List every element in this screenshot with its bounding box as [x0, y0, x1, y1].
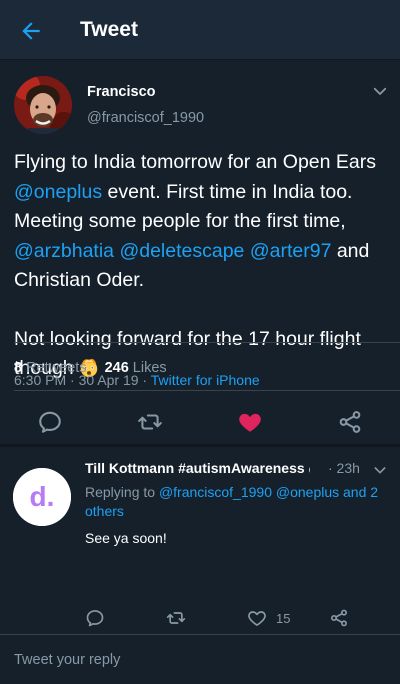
share-icon[interactable] [337, 409, 363, 435]
reply-actions: 15 [0, 607, 400, 635]
chevron-down-icon[interactable] [371, 82, 389, 100]
tweet-actions [0, 403, 400, 439]
reply-timestamp: · 23h [328, 460, 360, 476]
tweet-client-link[interactable]: Twitter for iPhone [151, 372, 260, 388]
reply-author-name[interactable]: Till Kottmann #autismAwareness @... [85, 460, 310, 476]
reply-avatar-letter: d. [30, 481, 55, 512]
retweets-count: 8 [14, 360, 23, 376]
reply-icon[interactable] [37, 409, 63, 435]
top-bar: Tweet [0, 0, 400, 60]
author-handle[interactable]: @franciscof_1990 [87, 110, 204, 126]
replying-to: Replying to @franciscof_1990 @oneplus an… [85, 483, 385, 520]
tweet-text: Flying to India tomorrow for an Open Ear… [14, 148, 390, 384]
likes-label: Likes [132, 360, 167, 376]
tweet-paragraph-1: Flying to India tomorrow for an Open Ear… [14, 148, 390, 296]
retweet-icon[interactable] [166, 608, 186, 628]
likes-count: 246 [104, 360, 129, 376]
divider [14, 390, 400, 391]
tweet-text-segment: Flying to India tomorrow for an Open Ear… [14, 151, 376, 173]
likes-stat[interactable]: 246 Likes [105, 360, 167, 376]
tweet-stats: 8 Retweets 246 Likes [14, 360, 167, 376]
reply-text: See ya soon! [85, 530, 167, 546]
page-title: Tweet [80, 18, 138, 41]
replying-to-prefix: Replying to [85, 484, 159, 500]
mention-link[interactable]: @arter97 [250, 240, 332, 262]
mention-link[interactable]: @oneplus [14, 181, 102, 203]
retweets-stat[interactable]: 8 Retweets [14, 360, 87, 376]
mention-link[interactable]: @deletescape [119, 240, 244, 262]
divider [14, 342, 400, 343]
reply-icon[interactable] [85, 608, 105, 628]
mention-link[interactable]: @arzbhatia [14, 240, 114, 262]
reply-compose-bar [0, 634, 400, 684]
like-icon[interactable] [237, 409, 263, 435]
author-name[interactable]: Francisco [87, 84, 156, 100]
reply-like-count: 15 [276, 611, 291, 626]
reply-input[interactable] [0, 635, 400, 684]
chevron-down-icon[interactable] [372, 462, 388, 478]
reply-tweet[interactable]: d. Till Kottmann #autismAwareness @... ·… [0, 447, 400, 632]
like-icon[interactable] [247, 608, 267, 628]
reply-author-avatar[interactable]: d. [13, 468, 71, 526]
retweet-icon[interactable] [137, 409, 163, 435]
share-icon[interactable] [329, 608, 349, 628]
back-arrow-icon[interactable] [18, 18, 44, 44]
author-avatar[interactable] [14, 76, 72, 134]
retweets-label: Retweets [26, 360, 87, 376]
